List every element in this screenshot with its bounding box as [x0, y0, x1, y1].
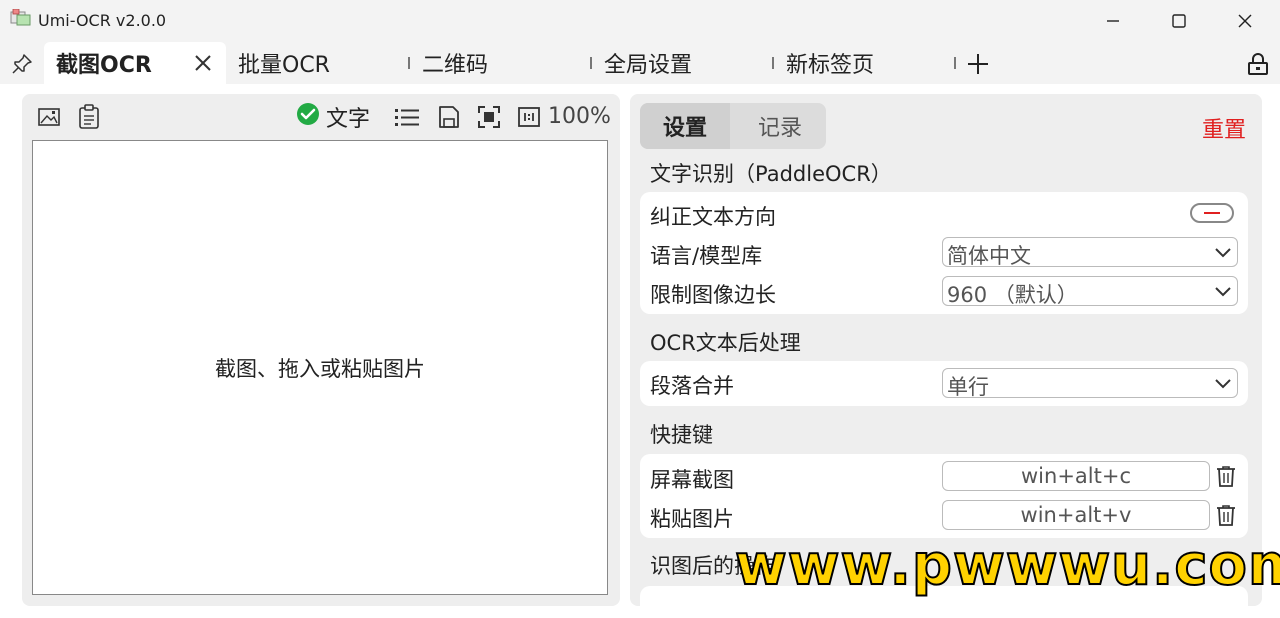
tab-divider	[954, 57, 956, 69]
title-bar: Umi-OCR v2.0.0	[0, 0, 1280, 42]
zoom-level: 100%	[548, 104, 611, 129]
clipboard-icon[interactable]	[74, 102, 104, 132]
tab-history[interactable]: 记录	[734, 103, 826, 149]
panel-tabs: 设置 记录	[640, 103, 826, 149]
minimize-button[interactable]	[1080, 0, 1146, 42]
actual-size-icon[interactable]	[514, 102, 544, 132]
window-title: Umi-OCR v2.0.0	[38, 11, 167, 30]
paragraph-value: 单行	[947, 375, 989, 399]
paste-hotkey-field[interactable]: win+alt+v	[942, 500, 1210, 530]
correct-direction-label: 纠正文本方向	[650, 205, 776, 229]
chevron-down-icon	[1213, 242, 1233, 262]
screenshot-hotkey-label: 屏幕截图	[650, 468, 734, 492]
correct-direction-switch[interactable]	[1190, 203, 1234, 223]
add-tab-icon[interactable]	[964, 50, 992, 78]
hotkey-card: 屏幕截图 win+alt+c 粘贴图片 win+alt+v	[640, 454, 1248, 538]
text-toggle-label: 文字	[326, 107, 371, 132]
list-icon[interactable]	[392, 102, 422, 132]
reset-button[interactable]: 重置	[1202, 112, 1246, 144]
section-title-hotkey: 快捷键	[650, 423, 713, 447]
tab-bar: 截图OCR 批量OCR 二维码 全局设置 新标签页	[0, 42, 1280, 84]
trash-icon[interactable]	[1214, 503, 1238, 527]
tab-label: 截图OCR	[56, 53, 152, 78]
tab-screenshot-ocr[interactable]: 截图OCR	[44, 42, 226, 84]
tab-label: 二维码	[422, 53, 489, 78]
save-icon[interactable]	[434, 102, 464, 132]
image-icon[interactable]	[34, 102, 64, 132]
language-label: 语言/模型库	[650, 244, 763, 268]
postprocess-card: 段落合并 单行	[640, 361, 1248, 406]
fit-screen-icon[interactable]	[474, 102, 504, 132]
switch-off-indicator	[1204, 212, 1220, 214]
limit-size-select[interactable]: 960 （默认）	[942, 276, 1238, 307]
ocr-settings-card: 纠正文本方向 语言/模型库 简体中文 限制图像边长 960 （默认）	[640, 192, 1248, 314]
paragraph-select[interactable]: 单行	[942, 368, 1238, 399]
tab-batch-ocr[interactable]: 批量OCR	[226, 42, 408, 84]
screenshot-hotkey-field[interactable]: win+alt+c	[942, 461, 1210, 491]
tab-global-settings[interactable]: 全局设置	[592, 42, 772, 84]
chevron-down-icon	[1213, 281, 1233, 301]
close-window-button[interactable]	[1212, 0, 1278, 42]
image-panel: 文字 100% 截图、拖入或粘贴图片	[22, 94, 620, 606]
paragraph-label: 段落合并	[650, 374, 734, 398]
settings-panel: 设置 记录 重置 文字识别（PaddleOCR） 纠正文本方向 语言/模型库 简…	[630, 94, 1262, 606]
trash-icon[interactable]	[1214, 464, 1238, 488]
checkmark-icon	[296, 102, 320, 132]
close-tab-icon[interactable]	[190, 50, 216, 76]
image-drop-area[interactable]: 截图、拖入或粘贴图片	[32, 140, 608, 595]
paste-hotkey-label: 粘贴图片	[650, 507, 734, 531]
language-value: 简体中文	[947, 244, 1031, 268]
tab-settings[interactable]: 设置	[640, 103, 730, 149]
watermark-text: www.pwwwu.com	[734, 533, 1280, 598]
app-logo-icon	[10, 8, 32, 27]
lock-icon[interactable]	[1244, 50, 1272, 78]
limit-size-value: 960 （默认）	[947, 283, 1078, 307]
tab-new-tab-page[interactable]: 新标签页	[774, 42, 954, 84]
limit-size-label: 限制图像边长	[650, 283, 776, 307]
drop-hint: 截图、拖入或粘贴图片	[215, 357, 425, 381]
maximize-button[interactable]	[1146, 0, 1212, 42]
tab-qrcode[interactable]: 二维码	[410, 42, 590, 84]
section-title-postprocess: OCR文本后处理	[650, 331, 801, 355]
tab-label: 全局设置	[604, 53, 693, 78]
text-overlay-toggle[interactable]: 文字	[296, 102, 370, 132]
section-title-ocr: 文字识别（PaddleOCR）	[650, 162, 892, 186]
pin-icon[interactable]	[9, 51, 35, 77]
tab-label: 新标签页	[786, 53, 875, 78]
language-select[interactable]: 简体中文	[942, 237, 1238, 268]
chevron-down-icon	[1213, 373, 1233, 393]
tab-label: 批量OCR	[238, 53, 330, 78]
